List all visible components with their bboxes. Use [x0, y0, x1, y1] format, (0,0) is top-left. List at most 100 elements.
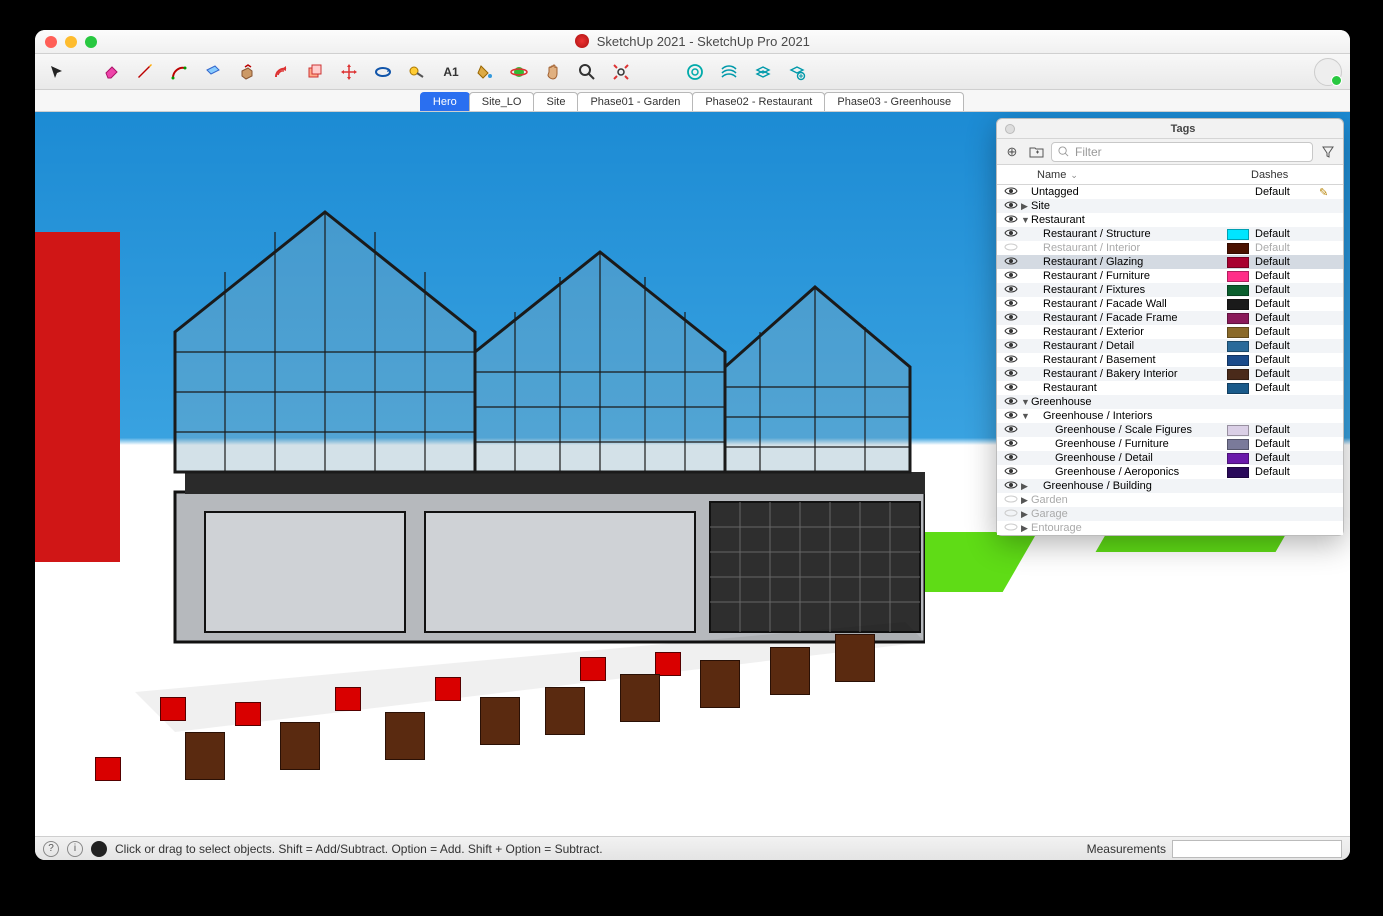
tag-row[interactable]: Restaurant / Facade FrameDefault	[997, 311, 1343, 325]
tag-row[interactable]: Restaurant / Facade WallDefault	[997, 297, 1343, 311]
visibility-toggle[interactable]	[1001, 522, 1021, 535]
tag-dashes[interactable]: Default	[1249, 242, 1319, 254]
edit-tag-button[interactable]: ✎	[1319, 186, 1339, 199]
tag-color-swatch[interactable]	[1227, 383, 1249, 394]
measurements-input[interactable]	[1172, 840, 1342, 858]
tape-measure-tool[interactable]	[403, 58, 431, 86]
tag-row[interactable]: Greenhouse / FurnitureDefault	[997, 437, 1343, 451]
tag-row[interactable]: ▶Garage	[997, 507, 1343, 521]
paint-bucket-tool[interactable]	[471, 58, 499, 86]
visibility-toggle[interactable]	[1001, 410, 1021, 423]
tag-row[interactable]: Greenhouse / AeroponicsDefault	[997, 465, 1343, 479]
minimize-button[interactable]	[65, 36, 77, 48]
pan-tool[interactable]	[539, 58, 567, 86]
tag-row[interactable]: ▶Entourage	[997, 521, 1343, 535]
tag-color-swatch[interactable]	[1227, 453, 1249, 464]
tag-row[interactable]: Greenhouse / Scale FiguresDefault	[997, 423, 1343, 437]
tag-row[interactable]: Restaurant / GlazingDefault	[997, 255, 1343, 269]
tag-dashes[interactable]: Default	[1249, 382, 1319, 394]
tag-row[interactable]: Restaurant / BasementDefault	[997, 353, 1343, 367]
tag-color-swatch[interactable]	[1227, 341, 1249, 352]
visibility-toggle[interactable]	[1001, 270, 1021, 283]
expand-toggle[interactable]: ▶	[1021, 523, 1031, 534]
select-tool[interactable]	[43, 58, 71, 86]
tag-dashes[interactable]: Default	[1249, 312, 1319, 324]
visibility-toggle[interactable]	[1001, 424, 1021, 437]
tag-color-swatch[interactable]	[1227, 327, 1249, 338]
visibility-toggle[interactable]	[1001, 186, 1021, 199]
tag-color-swatch[interactable]	[1227, 299, 1249, 310]
eraser-tool[interactable]	[97, 58, 125, 86]
geo-icon[interactable]	[91, 841, 107, 857]
visibility-toggle[interactable]	[1001, 396, 1021, 409]
visibility-toggle[interactable]	[1001, 382, 1021, 395]
scene-tab[interactable]: Site	[533, 92, 578, 111]
tag-color-swatch[interactable]	[1227, 355, 1249, 366]
visibility-toggle[interactable]	[1001, 438, 1021, 451]
expand-toggle[interactable]: ▶	[1021, 201, 1031, 212]
tag-dashes[interactable]: Default	[1249, 256, 1319, 268]
move-tool[interactable]	[335, 58, 363, 86]
tag-dashes[interactable]: Default	[1249, 298, 1319, 310]
zoom-tool[interactable]	[573, 58, 601, 86]
help-icon[interactable]: ?	[43, 841, 59, 857]
tag-row[interactable]: Restaurant / Bakery InteriorDefault	[997, 367, 1343, 381]
tag-row[interactable]: ▼Greenhouse	[997, 395, 1343, 409]
visibility-toggle[interactable]	[1001, 312, 1021, 325]
visibility-toggle[interactable]	[1001, 298, 1021, 311]
tag-dashes[interactable]: Default	[1249, 424, 1319, 436]
tag-dashes[interactable]: Default	[1249, 354, 1319, 366]
text-tool[interactable]: A1	[437, 58, 465, 86]
expand-toggle[interactable]: ▶	[1021, 509, 1031, 520]
tag-color-swatch[interactable]	[1227, 257, 1249, 268]
visibility-toggle[interactable]	[1001, 368, 1021, 381]
visibility-toggle[interactable]	[1001, 228, 1021, 241]
tag-dashes[interactable]: Default	[1249, 368, 1319, 380]
scene-tab[interactable]: Phase01 - Garden	[577, 92, 693, 111]
extension-2-button[interactable]	[715, 58, 743, 86]
add-folder-button[interactable]	[1027, 143, 1045, 161]
tag-color-swatch[interactable]	[1227, 313, 1249, 324]
rectangle-tool[interactable]	[199, 58, 227, 86]
orbit-tool[interactable]	[505, 58, 533, 86]
tag-dashes[interactable]: Default	[1249, 284, 1319, 296]
expand-toggle[interactable]: ▼	[1021, 411, 1031, 421]
visibility-toggle[interactable]	[1001, 214, 1021, 227]
tag-row[interactable]: ▶Site	[997, 199, 1343, 213]
expand-toggle[interactable]: ▶	[1021, 481, 1031, 492]
pushpull-tool[interactable]	[233, 58, 261, 86]
tag-color-swatch[interactable]	[1227, 271, 1249, 282]
tag-color-swatch[interactable]	[1227, 369, 1249, 380]
visibility-toggle[interactable]	[1001, 354, 1021, 367]
visibility-toggle[interactable]	[1001, 242, 1021, 255]
column-dashes[interactable]: Dashes	[1251, 169, 1321, 181]
expand-toggle[interactable]: ▼	[1021, 397, 1031, 407]
tag-row[interactable]: RestaurantDefault	[997, 381, 1343, 395]
info-icon[interactable]: i	[67, 841, 83, 857]
tag-dashes[interactable]: Default	[1249, 186, 1319, 198]
tag-row[interactable]: UntaggedDefault✎	[997, 185, 1343, 199]
tag-dashes[interactable]: Default	[1249, 270, 1319, 282]
extension-4-button[interactable]	[783, 58, 811, 86]
visibility-toggle[interactable]	[1001, 480, 1021, 493]
scene-tab[interactable]: Phase03 - Greenhouse	[824, 92, 964, 111]
tag-row[interactable]: ▼Greenhouse / Interiors	[997, 409, 1343, 423]
visibility-toggle[interactable]	[1001, 284, 1021, 297]
tag-row[interactable]: Greenhouse / DetailDefault	[997, 451, 1343, 465]
close-button[interactable]	[45, 36, 57, 48]
tags-panel-titlebar[interactable]: Tags	[997, 119, 1343, 139]
tag-dashes[interactable]: Default	[1249, 466, 1319, 478]
visibility-toggle[interactable]	[1001, 200, 1021, 213]
outer-shell-tool[interactable]	[301, 58, 329, 86]
visibility-toggle[interactable]	[1001, 494, 1021, 507]
offset-tool[interactable]	[267, 58, 295, 86]
tag-row[interactable]: Restaurant / InteriorDefault	[997, 241, 1343, 255]
visibility-toggle[interactable]	[1001, 256, 1021, 269]
tag-row[interactable]: ▶Greenhouse / Building	[997, 479, 1343, 493]
scene-tab[interactable]: Hero	[420, 92, 470, 111]
zoom-extents-tool[interactable]	[607, 58, 635, 86]
rotate-tool[interactable]	[369, 58, 397, 86]
line-tool[interactable]	[131, 58, 159, 86]
profile-button[interactable]	[1314, 58, 1342, 86]
column-name[interactable]: Name⌄	[1031, 169, 1229, 181]
